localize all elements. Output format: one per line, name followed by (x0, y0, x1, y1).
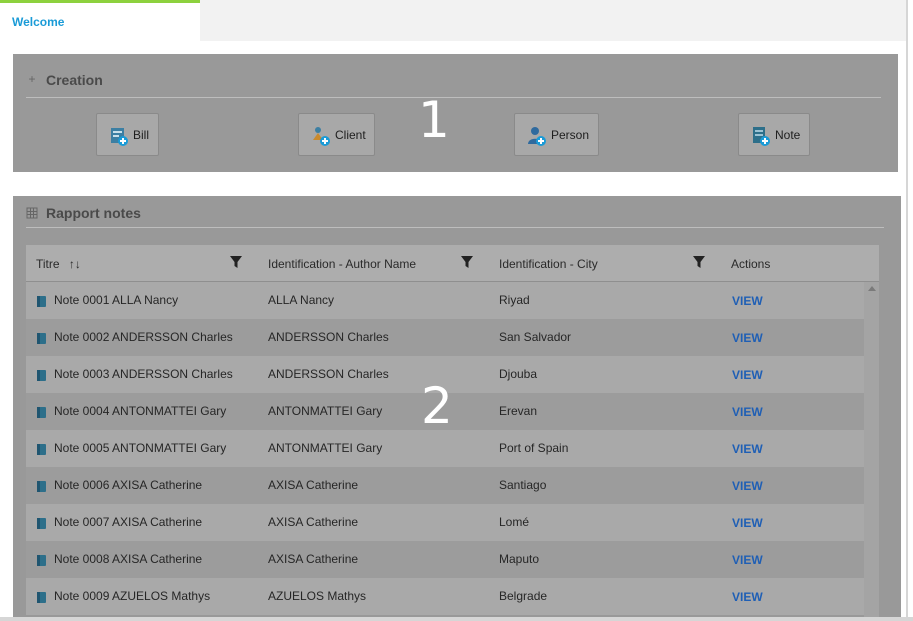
creation-panel: + Creation Bill Client Person Note (13, 54, 898, 172)
cell-titre: Note 0008 AXISA Catherine (54, 552, 203, 566)
annotation-marker-2: 2 (421, 377, 453, 435)
note-icon (37, 518, 46, 529)
annotation-marker-1: 1 (418, 91, 450, 149)
filter-icon-city[interactable] (693, 256, 705, 268)
cell-city: Erevan (499, 404, 538, 418)
create-person-label: Person (551, 128, 590, 142)
table-body: Note 0001 ALLA Nancy ALLA Nancy Riyad VI… (26, 282, 879, 615)
create-note-label: Note (775, 128, 801, 142)
note-icon (37, 592, 46, 603)
note-icon (37, 407, 46, 418)
rapport-notes-panel: Rapport notes Titre ↑↓ Identification - … (13, 196, 901, 617)
filter-icon-titre[interactable] (230, 256, 242, 268)
cell-author: AZUELOS Mathys (268, 589, 367, 603)
view-link[interactable]: VIEW (732, 331, 763, 345)
cell-author: ANTONMATTEI Gary (268, 404, 383, 418)
cell-author: ANDERSSON Charles (268, 330, 389, 344)
column-header-author[interactable]: Identification - Author Name (268, 257, 416, 271)
table-row[interactable]: Note 0001 ALLA Nancy ALLA Nancy Riyad VI… (26, 282, 879, 319)
table-row[interactable]: Note 0009 AZUELOS Mathys AZUELOS Mathys … (26, 578, 879, 615)
filter-icon-author[interactable] (461, 256, 473, 268)
cell-author: ALLA Nancy (268, 293, 335, 307)
create-bill-label: Bill (133, 128, 150, 142)
cell-city: Riyad (499, 293, 530, 307)
tab-welcome-label: Welcome (12, 15, 65, 29)
tab-bar: Welcome (0, 0, 906, 41)
cell-city: Belgrade (499, 589, 548, 603)
column-header-city[interactable]: Identification - City (499, 257, 598, 271)
cell-city: Lomé (499, 515, 530, 529)
bill-add-icon (111, 128, 128, 146)
view-link[interactable]: VIEW (732, 516, 763, 530)
create-person-button[interactable]: Person (514, 113, 599, 156)
note-icon (37, 444, 46, 455)
note-add-icon (753, 127, 770, 146)
table-row[interactable]: Note 0007 AXISA Catherine AXISA Catherin… (26, 504, 879, 541)
view-link[interactable]: VIEW (732, 368, 763, 382)
note-icon (37, 555, 46, 566)
sort-icon[interactable]: ↑↓ (69, 257, 81, 271)
cell-titre: Note 0001 ALLA Nancy (54, 293, 179, 307)
cell-city: Djouba (499, 367, 538, 381)
cell-titre: Note 0005 ANTONMATTEI Gary (54, 441, 227, 455)
view-link[interactable]: VIEW (732, 553, 763, 567)
cell-author: ANTONMATTEI Gary (268, 441, 383, 455)
view-link[interactable]: VIEW (732, 442, 763, 456)
cell-titre: Note 0004 ANTONMATTEI Gary (54, 404, 227, 418)
table-row[interactable]: Note 0008 AXISA Catherine AXISA Catherin… (26, 541, 879, 578)
cell-city: San Salvador (499, 330, 572, 344)
view-link[interactable]: VIEW (732, 479, 763, 493)
cell-titre: Note 0009 AZUELOS Mathys (54, 589, 211, 603)
window-bottom-border (0, 617, 913, 621)
table-scrollbar[interactable] (864, 282, 879, 617)
tab-welcome[interactable]: Welcome (0, 0, 200, 41)
note-icon (37, 296, 46, 307)
person-add-icon (528, 127, 546, 146)
view-link[interactable]: VIEW (732, 405, 763, 419)
rapport-panel-header[interactable]: Rapport notes (26, 196, 884, 228)
table-header: Titre ↑↓ Identification - Author Name Id… (26, 245, 879, 282)
cell-titre: Note 0002 ANDERSSON Charles (54, 330, 233, 344)
create-bill-button[interactable]: Bill (96, 113, 159, 156)
cell-titre: Note 0007 AXISA Catherine (54, 515, 203, 529)
cell-city: Santiago (499, 478, 547, 492)
create-client-button[interactable]: Client (298, 113, 375, 156)
cell-author: ANDERSSON Charles (268, 367, 389, 381)
view-link[interactable]: VIEW (732, 294, 763, 308)
window-right-border (906, 0, 908, 621)
table-row[interactable]: Note 0006 AXISA Catherine AXISA Catherin… (26, 467, 879, 504)
cell-author: AXISA Catherine (268, 552, 359, 566)
cell-city: Port of Spain (499, 441, 569, 455)
creation-panel-header[interactable]: + Creation (26, 54, 881, 98)
table-row[interactable]: Note 0005 ANTONMATTEI Gary ANTONMATTEI G… (26, 430, 879, 467)
note-icon (37, 370, 46, 381)
plus-icon: + (28, 72, 36, 86)
note-icon (37, 481, 46, 492)
column-titre-label: Titre (36, 257, 60, 271)
view-link[interactable]: VIEW (732, 590, 763, 604)
scroll-up-arrow-icon[interactable] (868, 286, 876, 291)
table-row[interactable]: Note 0002 ANDERSSON Charles ANDERSSON Ch… (26, 319, 879, 356)
grid-icon (26, 207, 38, 219)
cell-titre: Note 0003 ANDERSSON Charles (54, 367, 233, 381)
create-client-label: Client (335, 128, 366, 142)
client-add-icon (313, 127, 330, 146)
cell-titre: Note 0006 AXISA Catherine (54, 478, 203, 492)
cell-city: Maputo (499, 552, 540, 566)
create-note-button[interactable]: Note (738, 113, 810, 156)
column-header-actions: Actions (731, 257, 771, 271)
column-header-titre[interactable]: Titre ↑↓ (36, 257, 81, 271)
creation-title: Creation (46, 72, 103, 88)
cell-author: AXISA Catherine (268, 515, 359, 529)
note-icon (37, 333, 46, 344)
rapport-title: Rapport notes (46, 205, 141, 221)
cell-author: AXISA Catherine (268, 478, 359, 492)
